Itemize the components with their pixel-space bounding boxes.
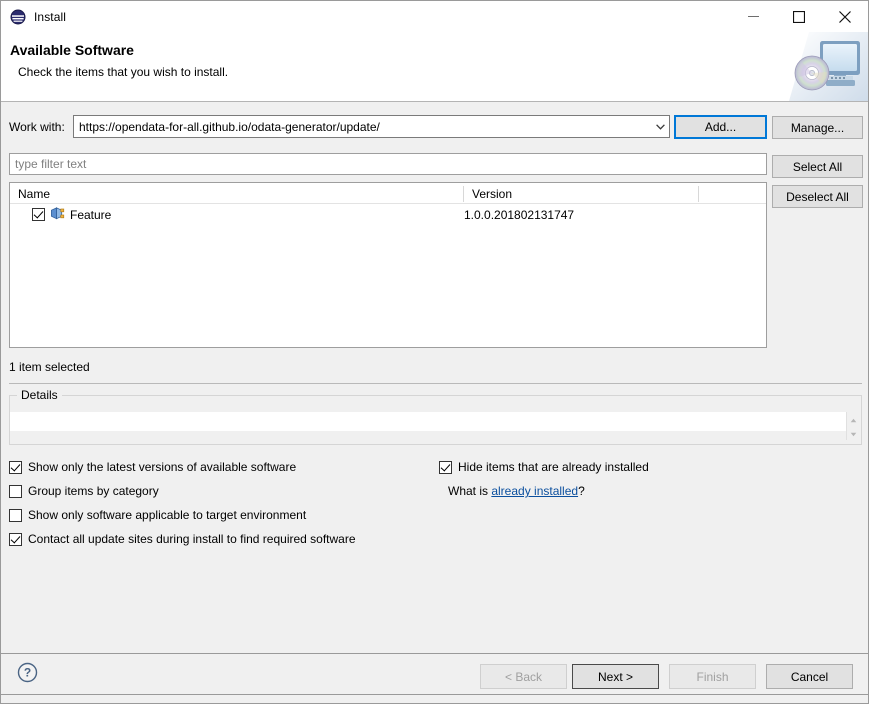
option-group-by-category[interactable]: Group items by category [9, 484, 159, 498]
maximize-icon[interactable] [776, 1, 822, 32]
back-button[interactable]: < Back [480, 664, 567, 689]
add-button[interactable]: Add... [674, 115, 767, 139]
option-applicable-to-target[interactable]: Show only software applicable to target … [9, 508, 306, 522]
select-all-button[interactable]: Select All [772, 155, 863, 178]
option-label: Group items by category [28, 484, 159, 498]
window-controls [730, 1, 868, 32]
help-question-icon[interactable]: ? [17, 662, 38, 686]
monitor-with-disc-icon [789, 32, 868, 101]
already-installed-link[interactable]: already installed [491, 484, 578, 498]
eclipse-logo-icon [10, 9, 26, 25]
details-text-area[interactable] [10, 412, 846, 431]
option-label: Show only software applicable to target … [28, 508, 306, 522]
option-contact-all-update-sites[interactable]: Contact all update sites during install … [9, 532, 356, 546]
option-checkbox[interactable] [9, 485, 22, 498]
finish-button[interactable]: Finish [669, 664, 756, 689]
next-button[interactable]: Next > [572, 664, 659, 689]
option-checkbox[interactable] [439, 461, 452, 474]
option-hide-installed[interactable]: Hide items that are already installed [439, 460, 649, 474]
column-divider[interactable] [698, 186, 699, 202]
page-description: Check the items that you wish to install… [18, 65, 228, 79]
page-title: Available Software [10, 42, 134, 58]
cancel-button[interactable]: Cancel [766, 664, 853, 689]
background-window-sliver [1, 694, 868, 704]
what-is-suffix: ? [578, 484, 585, 498]
what-is-prefix: What is [448, 484, 491, 498]
scroll-down-icon[interactable] [850, 426, 857, 440]
work-with-value: https://opendata-for-all.github.io/odata… [74, 120, 652, 134]
option-checkbox[interactable] [9, 509, 22, 522]
option-checkbox[interactable] [9, 461, 22, 474]
dialog-header: Available Software Check the items that … [1, 32, 868, 102]
scroll-up-icon[interactable] [850, 412, 857, 426]
title-bar: Install [1, 1, 868, 32]
table-row-name: Feature [70, 208, 111, 222]
feature-icon [50, 206, 65, 224]
table-row-name-cell: Feature [10, 204, 111, 225]
details-scrollbar[interactable] [846, 412, 859, 440]
close-icon[interactable] [822, 1, 868, 32]
option-show-latest-versions[interactable]: Show only the latest versions of availab… [9, 460, 296, 474]
filter-input[interactable]: type filter text [9, 153, 767, 175]
chevron-down-icon[interactable] [652, 116, 669, 137]
install-dialog-window: Install Available Software Check the ite… [0, 0, 869, 704]
option-label: Show only the latest versions of availab… [28, 460, 296, 474]
option-label: Contact all update sites during install … [28, 532, 356, 546]
what-is-already-installed: What is already installed? [448, 484, 585, 498]
svg-text:?: ? [24, 666, 31, 680]
minimize-icon[interactable] [730, 1, 776, 32]
details-legend: Details [17, 388, 62, 402]
option-label: Hide items that are already installed [458, 460, 649, 474]
table-row-version: 1.0.0.201802131747 [464, 204, 574, 225]
option-checkbox[interactable] [9, 533, 22, 546]
status-label: 1 item selected [9, 360, 90, 374]
column-header-version[interactable]: Version [464, 183, 512, 204]
manage-button[interactable]: Manage... [772, 116, 863, 139]
deselect-all-button[interactable]: Deselect All [772, 185, 863, 208]
filter-placeholder: type filter text [10, 157, 86, 171]
column-header-name[interactable]: Name [10, 183, 50, 204]
row-checkbox[interactable] [32, 208, 45, 221]
work-with-combo[interactable]: https://opendata-for-all.github.io/odata… [73, 115, 670, 138]
table-header: Name Version [10, 183, 766, 204]
table-row[interactable]: Feature 1.0.0.201802131747 [10, 204, 766, 225]
section-divider [9, 383, 862, 384]
work-with-label: Work with: [9, 120, 65, 134]
software-table[interactable]: Name Version Feature 1.0.0.201802131747 [9, 182, 767, 348]
window-title: Install [34, 10, 66, 24]
